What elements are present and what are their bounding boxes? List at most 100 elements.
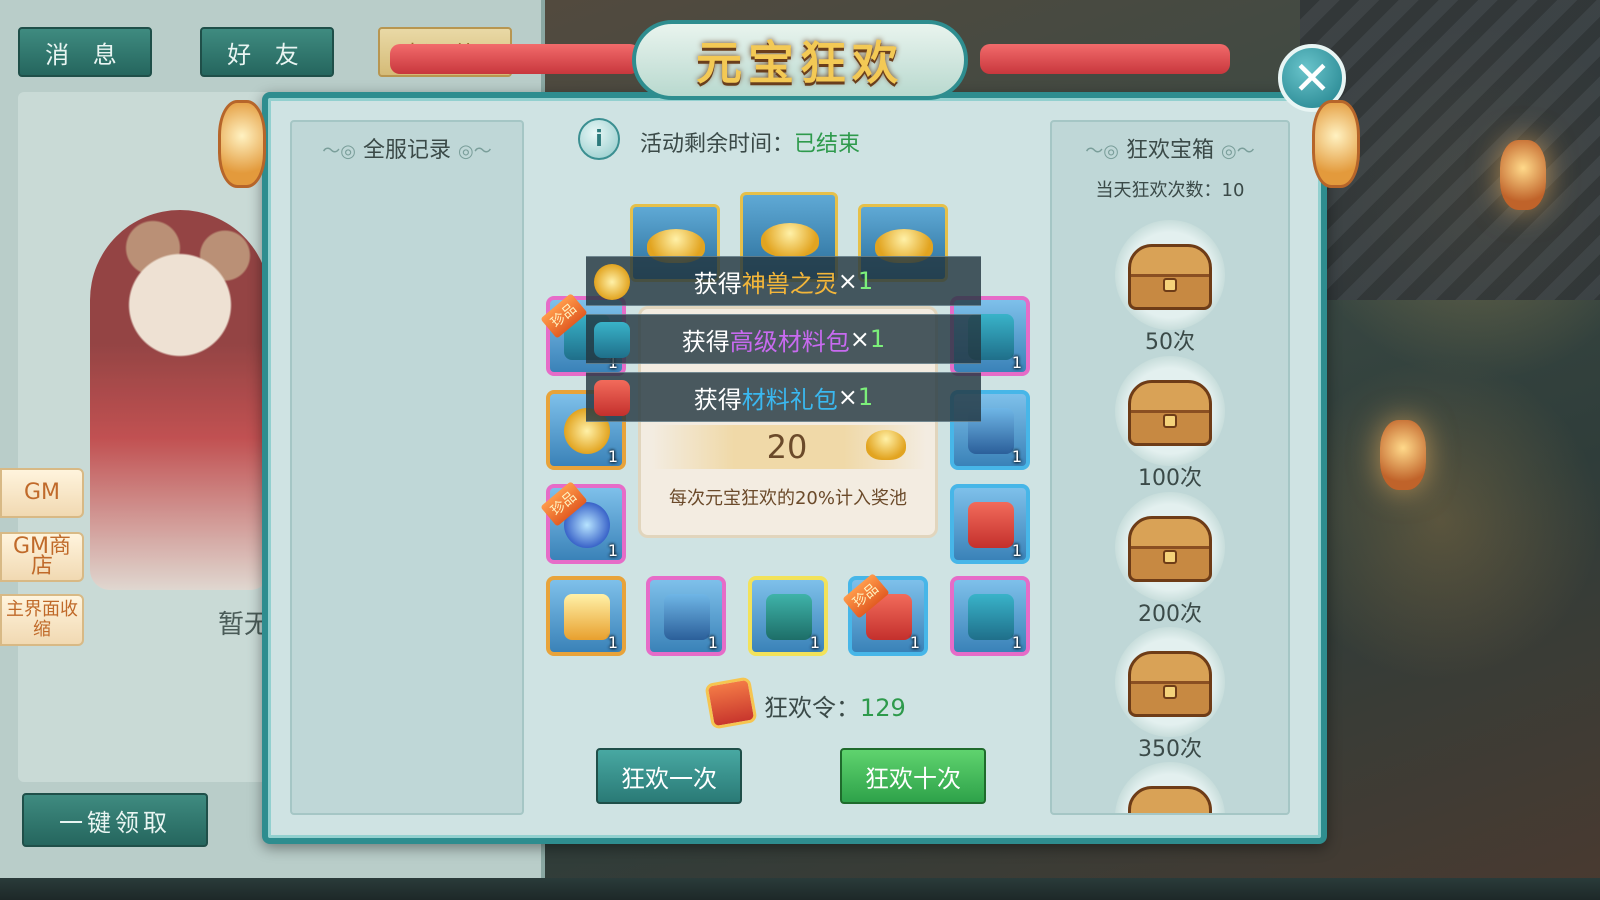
remaining-time-label: 活动剩余时间：	[640, 132, 795, 157]
reward-slot[interactable]: 1	[646, 576, 726, 656]
daily-count-label: 当天狂欢次数：	[1095, 180, 1222, 201]
character-portrait	[90, 210, 270, 590]
daily-count-value: 10	[1221, 180, 1245, 201]
remaining-time: 活动剩余时间：已结束	[640, 126, 860, 158]
chest-reward[interactable]: 200次	[1110, 492, 1230, 627]
carnival-token-icon	[704, 676, 758, 730]
carnival-token: 狂欢令：129	[764, 688, 906, 723]
reward-slot[interactable]: 1	[748, 576, 828, 656]
reward-count: 1	[607, 541, 618, 560]
chest-label: 350次	[1138, 737, 1202, 762]
reward-toast: 获得 高级材料包 × 1	[586, 314, 981, 364]
skill-book-icon	[664, 594, 710, 640]
lantern-right-icon	[1312, 100, 1360, 188]
carnival-once-button[interactable]: 狂欢一次	[596, 748, 742, 804]
reward-slot[interactable]: 1	[950, 576, 1030, 656]
toast-count: 1	[857, 267, 874, 295]
decor-swirl-icon: ～◎	[1085, 141, 1119, 162]
treasure-chest-icon	[1128, 786, 1212, 813]
daily-carnival-count: 当天狂欢次数：10	[1052, 176, 1288, 202]
reward-slot[interactable]: 珍品 1	[540, 481, 626, 564]
tab-friends[interactable]: 好 友	[200, 27, 334, 77]
treasure-chest-icon	[1128, 244, 1212, 310]
right-ribbon	[980, 44, 1230, 74]
collapse-main-ui-button[interactable]: 主界面收缩	[0, 594, 84, 646]
toast-prefix: 获得	[693, 269, 742, 298]
toast-times: ×	[849, 325, 870, 353]
info-icon[interactable]: i	[578, 118, 620, 160]
chest-lock-icon	[1163, 685, 1177, 699]
red-gift-box-icon	[594, 380, 630, 416]
dialog-title: 元宝狂欢	[632, 20, 968, 100]
reward-count: 1	[607, 447, 618, 466]
reward-slot[interactable]: 珍品 1	[842, 573, 928, 656]
reward-count: 1	[607, 633, 618, 652]
chest-reward[interactable]: 350次	[1110, 627, 1230, 762]
reward-count: 1	[909, 633, 920, 652]
decor-swirl-icon: ◎～	[1221, 141, 1255, 162]
carnival-ten-button[interactable]: 狂欢十次	[840, 748, 986, 804]
close-icon: ✕	[1292, 51, 1332, 105]
gift-box-icon	[968, 594, 1014, 640]
toast-prefix: 获得	[693, 385, 742, 414]
cloud-scroll-icon	[766, 594, 812, 640]
toast-item-name: 高级材料包	[729, 327, 850, 356]
treasure-chest-icon	[1128, 651, 1212, 717]
pool-description: 每次元宝狂欢的20%计入奖池	[668, 488, 907, 509]
reward-toast: 获得 材料礼包 × 1	[586, 372, 981, 422]
gm-shop-button[interactable]: GM商店	[0, 532, 84, 582]
carnival-chest-panel: ～◎ 狂欢宝箱 ◎～ 当天狂欢次数：10 50次 100次 200次 350次	[1050, 120, 1290, 815]
tab-messages[interactable]: 消 息	[18, 27, 152, 77]
gold-ingot-icon	[761, 223, 819, 257]
reward-count: 1	[707, 633, 718, 652]
red-gift-box-icon	[968, 502, 1014, 548]
locked-ingot-icon	[866, 430, 906, 460]
decor-swirl-icon: ～◎	[322, 141, 356, 162]
remaining-time-value: 已结束	[794, 132, 861, 157]
reward-count: 1	[1011, 541, 1022, 560]
background-lantern	[1500, 140, 1546, 210]
toast-item-name: 神兽之灵	[741, 269, 838, 298]
bottom-strip	[0, 878, 1600, 900]
reward-count: 1	[1011, 633, 1022, 652]
carnival-token-label: 狂欢令：	[764, 694, 860, 722]
reward-slot[interactable]: 1	[546, 576, 626, 656]
pool-value: 20	[766, 428, 808, 466]
toast-item-name: 材料礼包	[741, 385, 838, 414]
chest-lock-icon	[1163, 414, 1177, 428]
chest-reward[interactable]: 100次	[1110, 356, 1230, 491]
reward-toast: 获得 神兽之灵 × 1	[586, 256, 981, 306]
server-records-panel: ～◎ 全服记录 ◎～	[290, 120, 524, 815]
claim-all-button[interactable]: 一键领取	[22, 793, 208, 847]
carnival-token-value: 129	[860, 694, 906, 722]
toast-count: 1	[857, 383, 874, 411]
toast-times: ×	[837, 267, 858, 295]
chest-lock-icon	[1163, 278, 1177, 292]
reward-count: 1	[809, 633, 820, 652]
treasure-chest-icon	[1128, 516, 1212, 582]
toast-count: 1	[869, 325, 886, 353]
left-ribbon	[390, 44, 640, 74]
chest-reward-partial[interactable]	[1110, 762, 1230, 813]
chest-lock-icon	[1163, 550, 1177, 564]
background-lantern	[1380, 420, 1426, 490]
golden-wing-icon	[564, 594, 610, 640]
reward-count: 1	[1011, 353, 1022, 372]
server-records-title: 全服记录	[362, 138, 451, 163]
toast-prefix: 获得	[681, 327, 730, 356]
reward-slot[interactable]: 1	[950, 484, 1030, 564]
chest-reward[interactable]: 50次	[1110, 220, 1230, 355]
chest-label: 100次	[1138, 466, 1202, 491]
gift-box-icon	[594, 322, 630, 358]
server-records-header: ～◎ 全服记录 ◎～	[292, 132, 522, 164]
reward-count: 1	[1011, 447, 1022, 466]
chest-label: 50次	[1145, 330, 1195, 355]
treasure-chest-icon	[1128, 380, 1212, 446]
lantern-left-icon	[218, 100, 266, 188]
spirit-coin-icon	[594, 264, 630, 300]
gm-button[interactable]: GM	[0, 468, 84, 518]
decor-swirl-icon: ◎～	[458, 141, 492, 162]
chest-label: 200次	[1138, 602, 1202, 627]
toast-times: ×	[837, 383, 858, 411]
carnival-chest-title: 狂欢宝箱	[1125, 138, 1214, 163]
